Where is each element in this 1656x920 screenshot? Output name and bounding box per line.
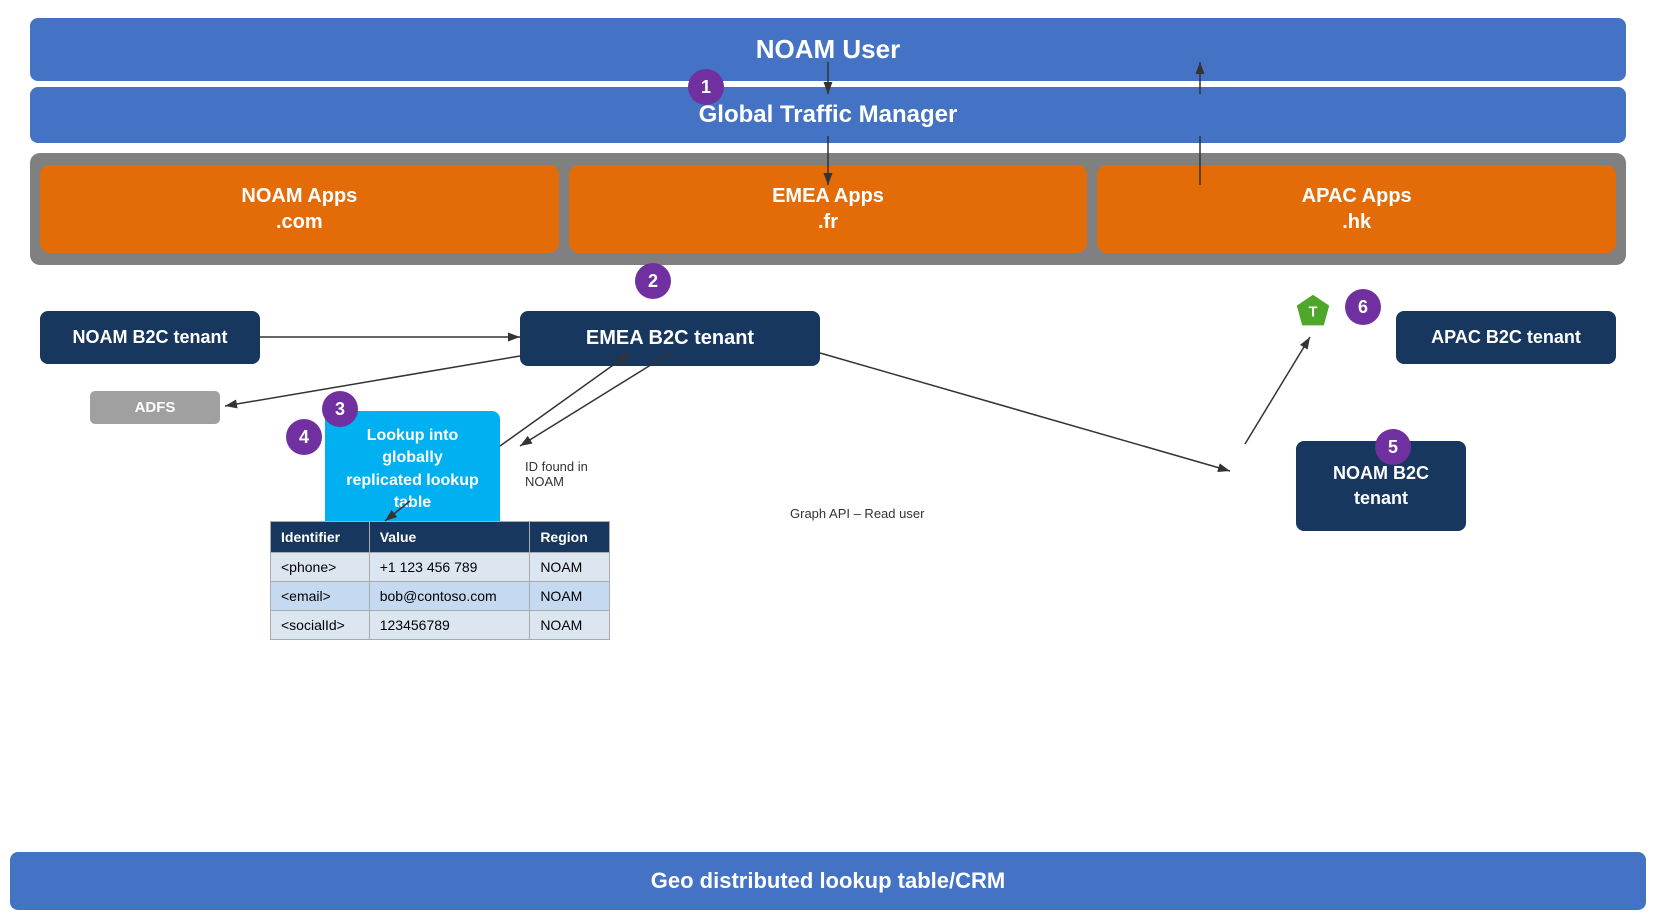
gtm-label: Global Traffic Manager xyxy=(699,101,958,128)
graph-api-label: Graph API – Read user xyxy=(790,506,924,521)
col-region: Region xyxy=(530,522,610,553)
apac-b2c-tenant: APAC B2C tenant xyxy=(1396,311,1616,364)
noam-user-bar: NOAM User xyxy=(30,18,1626,81)
badge-6: 6 xyxy=(1345,289,1381,325)
table-row: <email> bob@contoso.com NOAM xyxy=(271,582,610,611)
adfs-box: ADFS xyxy=(90,391,220,424)
apps-row: NOAM Apps .com EMEA Apps .fr APAC Apps .… xyxy=(30,153,1626,265)
col-value: Value xyxy=(369,522,530,553)
emea-app-box: EMEA Apps .fr xyxy=(569,165,1088,253)
emea-b2c-tenant: EMEA B2C tenant xyxy=(520,311,820,366)
svg-text:T: T xyxy=(1309,304,1318,320)
lookup-table: Identifier Value Region <phone> +1 123 4… xyxy=(270,521,610,640)
gtm-row: 1 Global Traffic Manager xyxy=(30,87,1626,143)
badge-2: 2 xyxy=(635,263,671,299)
lookup-box: Lookup into globally replicated lookup t… xyxy=(325,411,500,529)
badge-1: 1 xyxy=(688,69,724,105)
geo-bar-label: Geo distributed lookup table/CRM xyxy=(651,868,1005,893)
data-table-wrapper: Identifier Value Region <phone> +1 123 4… xyxy=(270,521,610,640)
apac-app-box: APAC Apps .hk xyxy=(1097,165,1616,253)
table-row: <socialId> 123456789 NOAM xyxy=(271,611,610,640)
badge-5: 5 xyxy=(1375,429,1411,465)
gtm-bar: Global Traffic Manager xyxy=(30,87,1626,143)
geo-bar: Geo distributed lookup table/CRM xyxy=(10,852,1646,910)
id-found-label: ID found inNOAM xyxy=(525,459,588,489)
diagram-container: NOAM User 1 Global Traffic Manager NOAM … xyxy=(0,0,1656,920)
pentagon-t-icon: T xyxy=(1295,293,1331,329)
col-identifier: Identifier xyxy=(271,522,370,553)
noam-user-label: NOAM User xyxy=(756,34,900,64)
badge-3: 3 xyxy=(322,391,358,427)
badge-4: 4 xyxy=(286,419,322,455)
tenants-row: NOAM B2C tenant ADFS 3 4 Lookup into glo… xyxy=(30,281,1626,661)
noam-app-box: NOAM Apps .com xyxy=(40,165,559,253)
noam-b2c-tenant: NOAM B2C tenant xyxy=(40,311,260,364)
table-row: <phone> +1 123 456 789 NOAM xyxy=(271,553,610,582)
